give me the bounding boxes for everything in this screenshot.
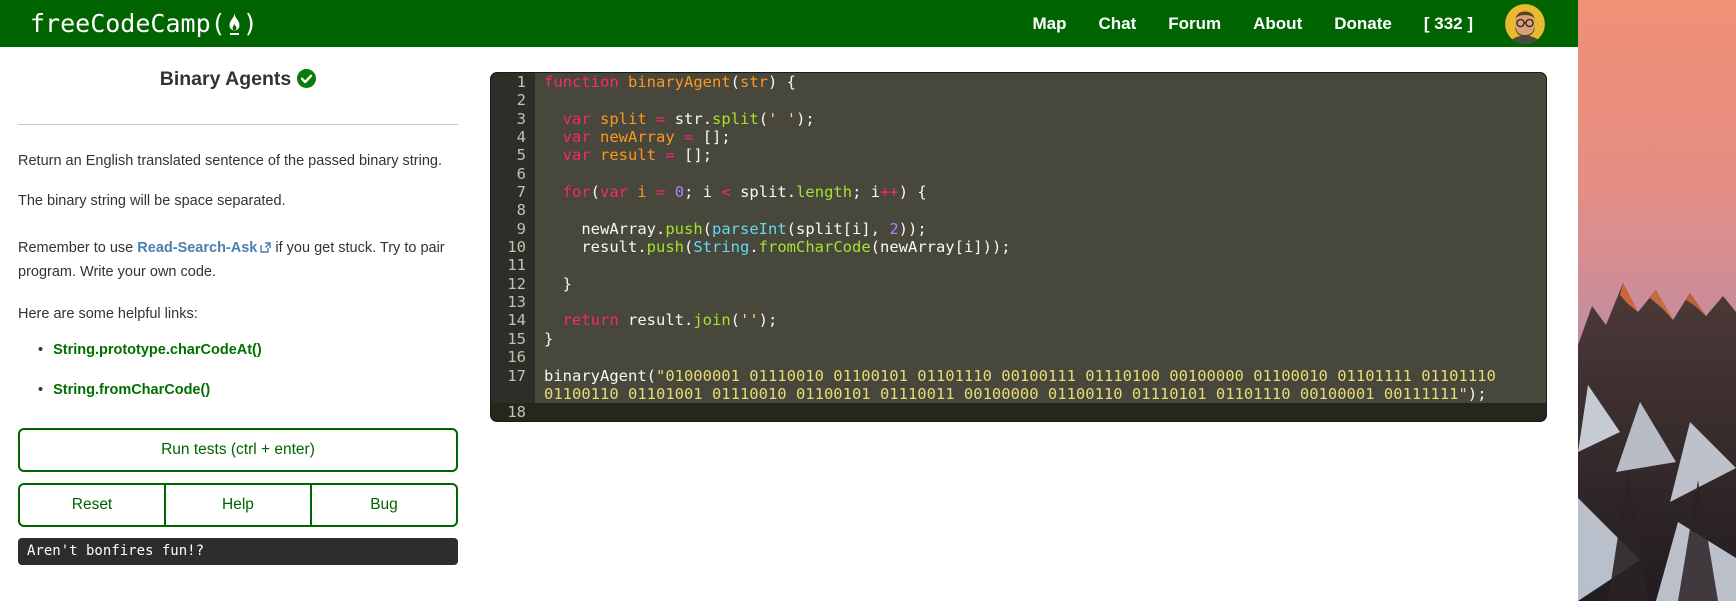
avatar-image bbox=[1505, 3, 1545, 44]
line-number: 16 bbox=[491, 348, 535, 367]
code-text: var newArray = []; bbox=[535, 128, 1546, 147]
line-number: 6 bbox=[491, 164, 535, 184]
helpful-link[interactable]: String.fromCharCode() bbox=[53, 382, 210, 398]
read-search-ask-link[interactable]: Read-Search-Ask bbox=[137, 240, 257, 256]
line-number bbox=[491, 384, 535, 404]
line-number: 3 bbox=[491, 109, 535, 129]
code-text: } bbox=[535, 329, 1546, 349]
check-circle-icon bbox=[297, 69, 317, 94]
line-number: 14 bbox=[491, 311, 535, 330]
line-number: 7 bbox=[491, 183, 535, 202]
code-line: 11 bbox=[491, 256, 1546, 275]
code-text: function binaryAgent(str) { bbox=[535, 73, 1546, 92]
challenge-panel: Binary Agents Return an English translat… bbox=[18, 47, 458, 601]
code-text: for(var i = 0; i < split.length; i++) { bbox=[535, 183, 1546, 202]
line-number: 4 bbox=[491, 128, 535, 147]
helpful-link-row: • String.fromCharCode() bbox=[38, 382, 210, 398]
code-line: 2 bbox=[491, 91, 1546, 110]
line-number: 13 bbox=[491, 293, 535, 312]
avatar[interactable] bbox=[1505, 3, 1545, 44]
navbar-links: Map Chat Forum About Donate [ 332 ] bbox=[1032, 3, 1545, 44]
code-line: 6 bbox=[491, 164, 1546, 184]
reset-button[interactable]: Reset bbox=[18, 483, 166, 527]
code-line: 9 newArray.push(parseInt(split[i], 2)); bbox=[491, 219, 1546, 239]
nav-link-forum[interactable]: Forum bbox=[1168, 14, 1221, 34]
hint-paragraph: Remember to use Read-Search-Ask if you g… bbox=[18, 238, 445, 280]
desktop-wallpaper bbox=[1578, 0, 1736, 601]
secondary-button-group: Reset Help Bug bbox=[18, 483, 458, 527]
code-line: 10 result.push(String.fromCharCode(newAr… bbox=[491, 238, 1546, 257]
divider bbox=[18, 124, 458, 125]
code-text bbox=[535, 348, 1546, 367]
code-line: 16 bbox=[491, 348, 1546, 367]
code-text: return result.join(''); bbox=[535, 311, 1546, 330]
line-number: 15 bbox=[491, 329, 535, 349]
description-line-2: The binary string will be space separate… bbox=[18, 193, 286, 209]
navbar: freeCodeCamp() Map Chat Forum About Donate [… bbox=[0, 0, 1578, 47]
points-badge[interactable]: [ 332 ] bbox=[1424, 14, 1473, 34]
line-number: 10 bbox=[491, 238, 535, 257]
nav-link-chat[interactable]: Chat bbox=[1098, 14, 1136, 34]
bug-button[interactable]: Bug bbox=[310, 483, 458, 527]
line-number: 12 bbox=[491, 274, 535, 294]
line-number: 9 bbox=[491, 219, 535, 239]
code-line: 8 bbox=[491, 201, 1546, 220]
code-text: var result = []; bbox=[535, 146, 1546, 165]
page-title: Binary Agents bbox=[18, 68, 458, 94]
line-number: 18 bbox=[491, 403, 535, 421]
bullet-icon: • bbox=[38, 382, 44, 398]
code-line: 18 bbox=[491, 403, 1546, 421]
line-number: 8 bbox=[491, 201, 535, 220]
code-line: 15} bbox=[491, 329, 1546, 349]
page: freeCodeCamp() Map Chat Forum About Donate [… bbox=[0, 0, 1578, 601]
code-text bbox=[535, 164, 1546, 184]
test-output: Aren't bonfires fun!? bbox=[18, 538, 458, 565]
code-line: 13 bbox=[491, 293, 1546, 312]
code-text: newArray.push(parseInt(split[i], 2)); bbox=[535, 219, 1546, 239]
helpful-link-row: • String.prototype.charCodeAt() bbox=[38, 342, 262, 358]
logo-text: freeCodeCamp bbox=[30, 9, 211, 38]
run-tests-button[interactable]: Run tests (ctrl + enter) bbox=[18, 428, 458, 472]
line-number: 17 bbox=[491, 366, 535, 385]
line-number: 1 bbox=[491, 73, 535, 92]
code-text: result.push(String.fromCharCode(newArray… bbox=[535, 238, 1546, 257]
code-text: var split = str.split(' '); bbox=[535, 109, 1546, 129]
description-line-1: Return an English translated sentence of… bbox=[18, 153, 442, 169]
code-line: 4 var newArray = []; bbox=[491, 128, 1546, 147]
code-text bbox=[535, 201, 1546, 220]
code-text: binaryAgent("01000001 01110010 01100101 … bbox=[535, 366, 1546, 385]
code-line: 12 } bbox=[491, 274, 1546, 294]
code-text: } bbox=[535, 274, 1546, 294]
nav-link-about[interactable]: About bbox=[1253, 14, 1302, 34]
freecodecamp-logo[interactable]: freeCodeCamp() bbox=[30, 9, 258, 38]
line-number: 2 bbox=[491, 91, 535, 110]
code-text bbox=[535, 91, 1546, 110]
nav-link-map[interactable]: Map bbox=[1032, 14, 1066, 34]
line-number: 5 bbox=[491, 146, 535, 165]
code-text bbox=[535, 293, 1546, 312]
help-button[interactable]: Help bbox=[164, 483, 312, 527]
helpful-link[interactable]: String.prototype.charCodeAt() bbox=[53, 342, 262, 358]
helpful-links-heading: Here are some helpful links: bbox=[18, 306, 198, 322]
code-line: 17 binaryAgent("01000001 01110010 0110010… bbox=[491, 366, 1546, 385]
external-link-icon bbox=[260, 238, 272, 261]
bullet-icon: • bbox=[38, 342, 44, 358]
code-line: 14 return result.join(''); bbox=[491, 311, 1546, 330]
code-editor[interactable]: 1 function binaryAgent(str) {2 3 var split… bbox=[490, 72, 1547, 422]
code-line: 1 function binaryAgent(str) { bbox=[491, 73, 1546, 92]
code-line: 3 var split = str.split(' '); bbox=[491, 109, 1546, 129]
flame-icon bbox=[229, 12, 240, 35]
code-line: 01100110 01101001 01110010 01100101 0111… bbox=[491, 384, 1546, 404]
nav-links-slot: Map Chat Forum About Donate bbox=[1032, 14, 1391, 34]
nav-link-donate[interactable]: Donate bbox=[1334, 14, 1392, 34]
code-text: 01100110 01101001 01110010 01100101 0111… bbox=[535, 384, 1546, 404]
code-line: 7 for(var i = 0; i < split.length; i++) … bbox=[491, 183, 1546, 202]
code-text bbox=[535, 256, 1546, 275]
code-text bbox=[535, 403, 1546, 421]
line-number: 11 bbox=[491, 256, 535, 275]
code-line: 5 var result = []; bbox=[491, 146, 1546, 165]
